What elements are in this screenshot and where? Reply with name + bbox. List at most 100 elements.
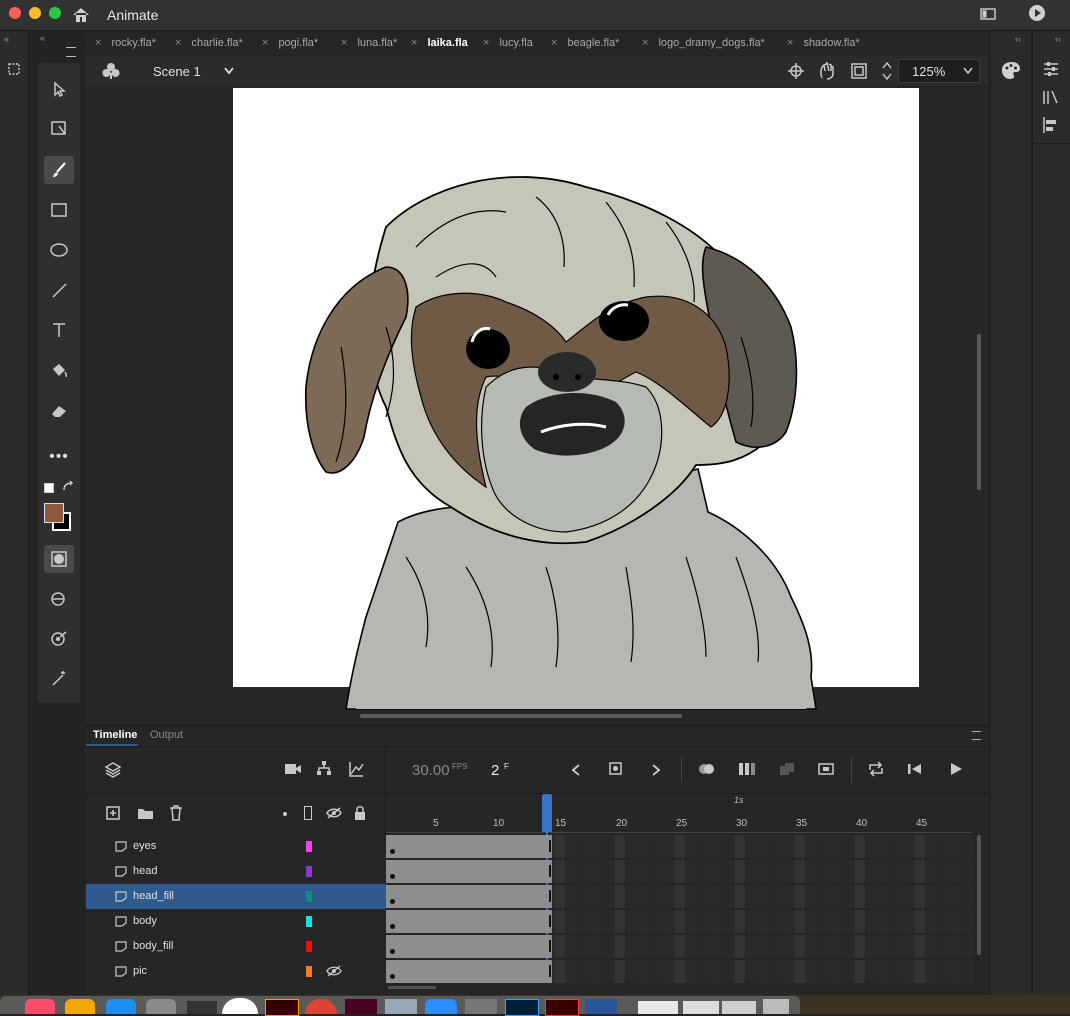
keyframe-dot[interactable] xyxy=(390,874,395,879)
frames-row[interactable] xyxy=(386,934,973,959)
system-preferences-icon[interactable] xyxy=(146,999,176,1014)
keyframe-dot[interactable] xyxy=(390,849,395,854)
tab-document[interactable]: × charlie.fla* xyxy=(175,37,243,49)
frame-ruler[interactable]: 1s 5 10 15 20 25 30 35 40 45 xyxy=(386,794,988,834)
tab-document[interactable]: × lucy.fla xyxy=(483,37,533,49)
layer-color-swatch[interactable] xyxy=(306,841,312,852)
free-transform-icon[interactable] xyxy=(44,114,74,142)
layer-name[interactable]: eyes xyxy=(133,840,156,852)
onion-skin-icon[interactable] xyxy=(697,761,717,777)
frame-span[interactable] xyxy=(386,935,552,958)
loop-icon[interactable] xyxy=(867,761,885,777)
transform-panel-icon[interactable] xyxy=(6,61,22,77)
close-tab-icon[interactable]: × xyxy=(411,37,417,49)
close-tab-icon[interactable]: × xyxy=(483,37,489,49)
layer-row[interactable]: pic xyxy=(86,959,386,984)
frames-row[interactable] xyxy=(386,859,973,884)
chevron-down-icon[interactable] xyxy=(963,66,973,75)
play-icon[interactable] xyxy=(1028,4,1046,22)
frames-row[interactable] xyxy=(386,909,973,934)
tween-icon[interactable] xyxy=(778,761,796,777)
expand-arrows-icon[interactable]: ‹‹ xyxy=(1055,34,1061,44)
chevron-down-icon[interactable] xyxy=(223,66,235,76)
eye-icon[interactable] xyxy=(326,807,342,819)
layer-color-swatch[interactable] xyxy=(306,866,312,877)
keyframe-dot[interactable] xyxy=(390,974,395,979)
fill-color-swatch[interactable] xyxy=(44,503,64,523)
close-tab-icon[interactable]: × xyxy=(642,37,648,49)
tab-document[interactable]: × laika.fla xyxy=(411,37,468,49)
frame-span[interactable] xyxy=(386,910,552,933)
tools-collapse-icon[interactable]: « xyxy=(40,33,45,43)
screenshot-icon[interactable] xyxy=(465,999,497,1014)
layer-row[interactable]: head_fill xyxy=(86,884,386,909)
zoom-field[interactable]: 125% xyxy=(898,59,980,83)
tab-timeline[interactable]: Timeline xyxy=(93,729,137,741)
frame-span[interactable] xyxy=(386,960,552,983)
books-app-icon[interactable] xyxy=(65,999,95,1014)
trash-icon[interactable] xyxy=(763,999,789,1014)
vertical-scrollbar[interactable] xyxy=(977,334,981,490)
panel-menu-icon[interactable] xyxy=(972,731,981,740)
layer-row[interactable]: body_fill xyxy=(86,934,386,959)
terminal-icon[interactable] xyxy=(187,1001,217,1014)
more-tools-icon[interactable]: ••• xyxy=(44,443,74,471)
keyframe-dot[interactable] xyxy=(390,949,395,954)
tab-document[interactable]: × shadow.fla* xyxy=(787,37,860,49)
home-icon[interactable] xyxy=(71,6,91,24)
outline-icon[interactable] xyxy=(304,806,312,820)
zoom-window-button[interactable] xyxy=(49,7,61,19)
expand-arrows-icon[interactable]: ‹‹ xyxy=(1015,34,1021,44)
default-colors-icon[interactable] xyxy=(44,483,54,493)
selection-tool-icon[interactable] xyxy=(44,75,74,103)
layer-name[interactable]: pic xyxy=(133,965,147,977)
next-keyframe-icon[interactable] xyxy=(650,763,662,777)
keyframe-dot[interactable] xyxy=(390,899,395,904)
eye-hidden-icon[interactable] xyxy=(326,965,342,977)
insert-frame-icon[interactable] xyxy=(818,762,834,776)
layer-row[interactable]: head xyxy=(86,859,386,884)
step-back-icon[interactable] xyxy=(907,762,923,776)
horizontal-scrollbar[interactable] xyxy=(360,714,682,718)
minimize-window-button[interactable] xyxy=(29,7,41,19)
tab-document[interactable]: × luna.fla* xyxy=(341,37,397,49)
collapse-arrows-icon[interactable]: « xyxy=(4,34,9,44)
close-tab-icon[interactable]: × xyxy=(787,37,793,49)
pressure-target-icon[interactable] xyxy=(44,625,74,653)
document-thumbnail[interactable] xyxy=(683,1001,719,1014)
tab-output[interactable]: Output xyxy=(150,729,183,741)
tools-menu-icon[interactable] xyxy=(66,47,76,57)
rotation-tool-icon[interactable] xyxy=(818,61,836,81)
new-folder-icon[interactable] xyxy=(137,806,154,820)
frames-row[interactable] xyxy=(386,834,973,859)
timeline-vertical-scrollbar[interactable] xyxy=(977,835,981,955)
layers-icon[interactable] xyxy=(104,761,122,779)
illustrator-icon[interactable] xyxy=(265,999,299,1016)
smoothing-wand-icon[interactable] xyxy=(44,665,74,693)
app-store-icon[interactable] xyxy=(106,999,136,1014)
library-icon[interactable] xyxy=(1042,88,1060,106)
close-window-button[interactable] xyxy=(9,7,21,19)
layer-name[interactable]: body xyxy=(133,915,157,927)
layer-name[interactable]: body_fill xyxy=(133,940,173,952)
close-tab-icon[interactable]: × xyxy=(341,37,347,49)
frames-row[interactable] xyxy=(386,884,973,909)
graph-icon[interactable] xyxy=(348,761,364,777)
tab-document[interactable]: × beagle.fla* xyxy=(551,37,619,49)
frame-span[interactable] xyxy=(386,885,552,908)
tab-document[interactable]: × logo_dramy_dogs.fla* xyxy=(642,37,765,49)
layer-row[interactable]: eyes xyxy=(86,834,386,859)
frame-span[interactable] xyxy=(386,860,552,883)
insert-keyframe-icon[interactable] xyxy=(608,761,624,777)
zoom-app-icon[interactable] xyxy=(425,999,457,1014)
align-icon[interactable] xyxy=(1042,116,1060,134)
clip-canvas-icon[interactable] xyxy=(850,62,868,80)
oval-tool-icon[interactable] xyxy=(44,236,74,264)
fps-value[interactable]: 30.00 xyxy=(412,762,450,779)
indesign-icon[interactable] xyxy=(345,999,377,1014)
highlight-layers-icon[interactable] xyxy=(283,812,287,816)
layer-color-swatch[interactable] xyxy=(306,966,312,977)
scene-name[interactable]: Scene 1 xyxy=(153,64,201,79)
photoshop-icon[interactable] xyxy=(505,999,539,1016)
play-icon[interactable] xyxy=(949,762,963,776)
